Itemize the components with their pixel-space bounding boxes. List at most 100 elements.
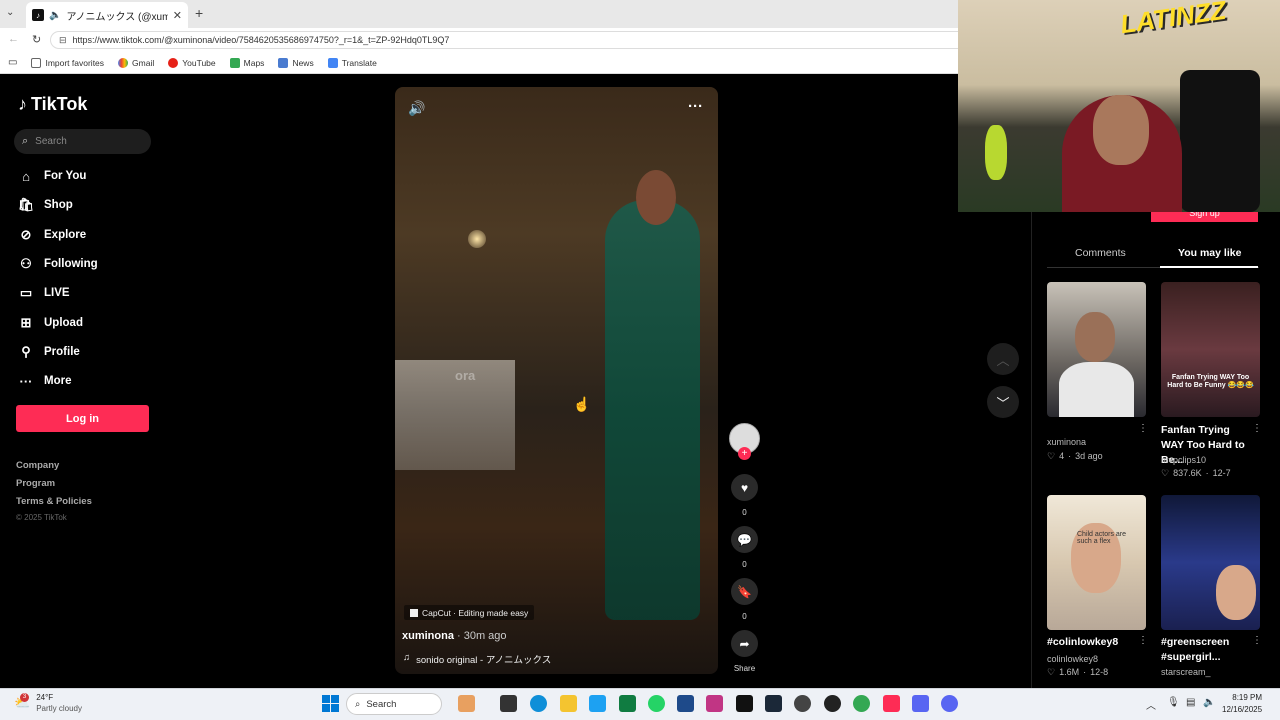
whatsapp-icon[interactable] xyxy=(648,695,665,712)
card-stats: ♡ 837.6K · 12-7 xyxy=(1161,468,1231,478)
nav-explore[interactable]: ⊘ Explore xyxy=(18,227,87,243)
excel-icon[interactable] xyxy=(619,695,636,712)
new-tab-button[interactable]: + xyxy=(195,5,203,21)
share-label: Share xyxy=(733,664,756,673)
video-music[interactable]: ♫ sonido original - アノニムックス xyxy=(403,652,551,666)
discord-icon[interactable] xyxy=(941,695,958,712)
video-scene-woman xyxy=(605,200,700,620)
twitter-icon[interactable] xyxy=(589,695,606,712)
search-input[interactable]: ⌕ Search xyxy=(14,129,151,154)
site-info-icon[interactable]: ⊟ xyxy=(59,35,67,46)
chrome-icon[interactable] xyxy=(853,695,870,712)
card-author[interactable]: colinlowkey8 xyxy=(1047,654,1098,664)
nav-more[interactable]: ··· More xyxy=(18,373,72,389)
footer-link-program[interactable]: Program xyxy=(16,478,55,489)
edge-icon[interactable] xyxy=(530,695,547,712)
shop-icon: 🛍 xyxy=(17,197,35,212)
app-icon[interactable] xyxy=(912,695,929,712)
card-stats: ♡ 4 · 3d ago xyxy=(1047,451,1103,461)
card-more-icon[interactable]: ⋮ xyxy=(1138,423,1148,434)
volume-icon[interactable]: 🔈 xyxy=(1203,697,1215,708)
tab-title: アノニムックス (@xuminona)'s vi xyxy=(66,11,168,23)
steam-icon[interactable] xyxy=(765,695,782,712)
card-title[interactable]: #greenscreen #supergirl... xyxy=(1161,635,1253,665)
video-card-thumbnail[interactable]: Fanfan Trying WAY Too Hard to Be Funny 😂… xyxy=(1161,282,1260,417)
nav-upload[interactable]: ⊞ Upload xyxy=(18,315,83,331)
like-button[interactable]: ♥ xyxy=(731,474,758,501)
card-more-icon[interactable]: ⋮ xyxy=(1252,635,1262,646)
thumbnail-person xyxy=(1075,312,1115,362)
maps-icon xyxy=(229,57,240,68)
microphone-icon[interactable]: 🎙 xyxy=(1167,697,1180,708)
file-explorer-icon[interactable] xyxy=(560,695,577,712)
app-icon[interactable] xyxy=(677,695,694,712)
following-icon: ⚇ xyxy=(20,256,32,271)
tab-close-icon[interactable]: ✕ xyxy=(173,9,182,22)
back-icon[interactable]: ← xyxy=(8,33,19,45)
login-button[interactable]: Log in xyxy=(16,405,149,432)
card-more-icon[interactable]: ⋮ xyxy=(1252,423,1262,434)
refresh-icon[interactable]: ↻ xyxy=(32,33,41,46)
tiktok-logo[interactable]: ♪ TikTok xyxy=(18,94,87,115)
card-author[interactable]: xuminona xyxy=(1047,437,1086,447)
weather-widget[interactable]: ⛅ 3 24°F Partly cloudy xyxy=(14,692,82,714)
tab-list-chevron-icon[interactable]: ⌄ xyxy=(6,7,14,18)
weather-icon: ⛅ 3 xyxy=(14,693,31,710)
bookmark-gmail[interactable]: Gmail xyxy=(118,57,154,68)
share-button[interactable]: ➦ xyxy=(731,630,758,657)
comment-button[interactable]: 💬 xyxy=(731,526,758,553)
bookmark-maps[interactable]: Maps xyxy=(229,57,264,68)
windows-taskbar xyxy=(0,688,1280,720)
follow-plus-icon[interactable]: + xyxy=(738,447,751,460)
upload-icon: ⊞ xyxy=(20,315,32,330)
card-author[interactable]: mvpclips10 xyxy=(1161,455,1206,465)
instagram-icon[interactable] xyxy=(706,695,723,712)
address-bar[interactable]: ⊟ https://www.tiktok.com/@xuminona/video… xyxy=(50,31,958,49)
music-note-icon: ♫ xyxy=(403,652,411,663)
browser-tab[interactable]: ♪ 🔈 アノニムックス (@xuminona)'s vi ✕ xyxy=(26,2,188,28)
reading-view-icon[interactable]: ▭ xyxy=(8,57,17,68)
widgets-icon[interactable] xyxy=(458,695,475,712)
nav-profile[interactable]: ⚲ Profile xyxy=(18,344,80,360)
copyright: © 2025 TikTok xyxy=(16,513,67,522)
nav-live[interactable]: ▭ LIVE xyxy=(18,285,70,301)
nav-following[interactable]: ⚇ Following xyxy=(18,256,97,272)
tab-comments[interactable]: Comments xyxy=(1075,247,1126,259)
capcut-badge[interactable]: CapCut · Editing made easy xyxy=(404,605,535,620)
nav-shop[interactable]: 🛍 Shop xyxy=(18,197,73,213)
previous-video-button[interactable]: ︿ xyxy=(987,343,1019,375)
taskbar-search[interactable]: ⌕ Search xyxy=(346,693,442,715)
video-card-thumbnail[interactable]: Child actors are such a flex xyxy=(1047,495,1146,630)
tray-chevron-icon[interactable]: ︿ xyxy=(1146,697,1156,712)
chevron-down-icon: ﹀ xyxy=(996,395,1010,411)
search-icon: ⌕ xyxy=(22,135,29,147)
bookmark-import-favorites[interactable]: Import favorites xyxy=(31,57,104,68)
card-author[interactable]: starscream_ xyxy=(1161,667,1211,677)
bookmark-news[interactable]: News xyxy=(278,57,314,68)
nav-for-you[interactable]: ⌂ For You xyxy=(18,168,86,184)
bookmark-youtube[interactable]: YouTube xyxy=(168,57,216,68)
speaker-icon[interactable]: 🔈 xyxy=(49,10,61,21)
tiktok-icon[interactable] xyxy=(736,695,753,712)
tab-you-may-like[interactable]: You may like xyxy=(1178,247,1241,259)
video-more-icon[interactable]: ··· xyxy=(688,98,703,115)
card-title[interactable]: #colinlowkey8 xyxy=(1047,635,1147,650)
tiktok-live-icon[interactable] xyxy=(883,695,900,712)
card-more-icon[interactable]: ⋮ xyxy=(1138,635,1148,646)
video-author[interactable]: xuminona · 30m ago xyxy=(402,630,507,642)
next-video-button[interactable]: ﹀ xyxy=(987,386,1019,418)
footer-link-terms[interactable]: Terms & Policies xyxy=(16,496,92,507)
volume-icon[interactable]: 🔊 xyxy=(408,100,425,117)
network-icon[interactable]: ▤ xyxy=(1186,697,1195,708)
windows-start-icon[interactable] xyxy=(322,695,339,712)
video-card-thumbnail[interactable] xyxy=(1047,282,1146,417)
task-view-icon[interactable] xyxy=(500,695,517,712)
clock[interactable]: 8:19 PM 12/16/2025 xyxy=(1222,692,1262,716)
video-card-thumbnail[interactable] xyxy=(1161,495,1260,630)
app-icon[interactable] xyxy=(824,695,841,712)
obs-icon[interactable] xyxy=(794,695,811,712)
thumbnail-shirt xyxy=(1059,362,1134,417)
bookmark-translate[interactable]: Translate xyxy=(327,57,377,68)
footer-link-company[interactable]: Company xyxy=(16,460,59,471)
save-button[interactable]: 🔖 xyxy=(731,578,758,605)
